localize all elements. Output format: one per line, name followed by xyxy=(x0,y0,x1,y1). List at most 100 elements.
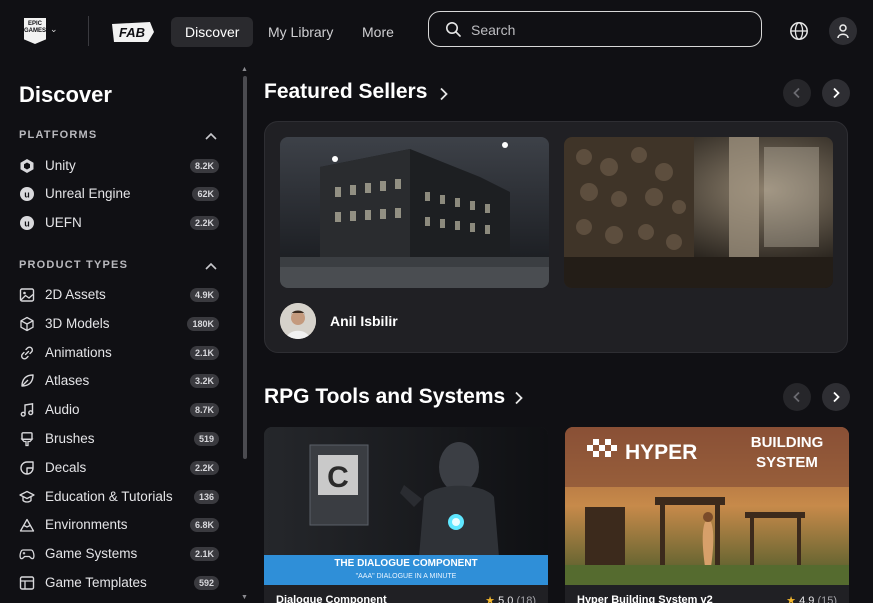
gamepad-icon xyxy=(19,549,35,560)
svg-text:THE DIALOGUE COMPONENT: THE DIALOGUE COMPONENT xyxy=(334,558,477,569)
scroll-up-icon[interactable]: ▲ xyxy=(241,66,248,73)
sidebar-item-label: Unity xyxy=(45,158,76,173)
svg-text:"AAA" DIALOGUE IN A MINUTE: "AAA" DIALOGUE IN A MINUTE xyxy=(356,573,457,580)
product-types-heading: PRODUCT TYPES xyxy=(19,259,129,271)
seller-preview-image[interactable] xyxy=(280,137,549,288)
product-thumbnail: C THE DIALOGUE COMPONENT "AAA" DIALOGUE … xyxy=(264,427,548,585)
sidebar-item-education-tutorials[interactable]: Education & Tutorials 136 xyxy=(19,486,219,508)
svg-text:u: u xyxy=(24,219,30,229)
sidebar-item-label: Unreal Engine xyxy=(45,186,131,201)
chevron-right-icon xyxy=(833,391,840,403)
sidebar-item-unreal-engine[interactable]: u Unreal Engine 62K xyxy=(19,183,219,205)
chevron-up-icon[interactable] xyxy=(205,132,217,140)
count-badge: 62K xyxy=(192,187,219,201)
sidebar-item-animations[interactable]: Animations 2.1K xyxy=(19,342,219,364)
leaf-icon xyxy=(21,374,34,387)
product-card[interactable]: C THE DIALOGUE COMPONENT "AAA" DIALOGUE … xyxy=(264,427,548,603)
brush-icon xyxy=(20,432,34,447)
carousel-next-button[interactable] xyxy=(822,383,850,411)
image-icon xyxy=(19,288,35,302)
sidebar-item-label: UEFN xyxy=(45,215,82,230)
music-icon xyxy=(20,402,34,417)
sidebar-item-label: Atlases xyxy=(45,373,90,388)
chevron-down-icon[interactable]: ⌄ xyxy=(50,24,58,35)
count-badge: 519 xyxy=(193,432,219,446)
sidebar-item-unity[interactable]: Unity 8.2K xyxy=(19,155,219,177)
sidebar-item-label: Audio xyxy=(45,402,80,417)
sidebar-title: Discover xyxy=(19,82,112,107)
unity-icon xyxy=(20,159,34,173)
count-badge: 2.1K xyxy=(189,346,219,360)
nav-my-library[interactable]: My Library xyxy=(254,17,347,47)
product-card[interactable]: HYPER BUILDING SYSTEM Hyper Building Sys… xyxy=(565,427,849,603)
divider xyxy=(88,16,89,46)
svg-text:u: u xyxy=(24,190,30,200)
nav-discover[interactable]: Discover xyxy=(171,17,254,47)
carousel-next-button[interactable] xyxy=(822,79,850,107)
sidebar-item-game-systems[interactable]: Game Systems 2.1K xyxy=(19,543,219,565)
seller-name[interactable]: Anil Isbilir xyxy=(330,313,398,329)
product-name: Hyper Building System v2 xyxy=(577,594,713,603)
sidebar-item-brushes[interactable]: Brushes 519 xyxy=(19,428,219,450)
uefn-icon: u xyxy=(20,216,34,230)
svg-text:SYSTEM: SYSTEM xyxy=(756,454,818,471)
sidebar-item-label: Game Systems xyxy=(45,546,138,561)
search-icon xyxy=(446,22,461,37)
sidebar-item-decals[interactable]: Decals 2.2K xyxy=(19,457,219,479)
chevron-right-icon[interactable] xyxy=(514,391,524,405)
seller-preview-image[interactable] xyxy=(564,137,833,288)
svg-text:C: C xyxy=(327,461,349,494)
search-bar[interactable] xyxy=(428,11,762,47)
scroll-down-icon[interactable]: ▼ xyxy=(241,594,248,601)
nav-more[interactable]: More xyxy=(348,17,408,47)
chevron-right-icon xyxy=(833,87,840,99)
sidebar-item-3d-models[interactable]: 3D Models 180K xyxy=(19,313,219,335)
link-icon xyxy=(20,346,34,360)
carousel-prev-button[interactable] xyxy=(783,79,811,107)
user-avatar-button[interactable] xyxy=(829,17,857,45)
search-input[interactable] xyxy=(469,20,753,40)
mountain-icon xyxy=(19,518,35,532)
top-bar: EPIC GAMES ⌄ FAB Discover My Library More xyxy=(0,0,873,62)
epic-games-logo[interactable]: EPIC GAMES xyxy=(24,18,46,44)
sidebar-item-label: Environments xyxy=(45,517,128,532)
sidebar-item-2d-assets[interactable]: 2D Assets 4.9K xyxy=(19,284,219,306)
user-icon xyxy=(837,24,849,39)
sidebar-item-uefn[interactable]: u UEFN 2.2K xyxy=(19,212,219,234)
count-badge: 2.2K xyxy=(189,216,219,230)
chevron-right-icon[interactable] xyxy=(439,87,449,101)
template-icon xyxy=(19,576,35,590)
chevron-left-icon xyxy=(793,87,800,99)
sidebar-item-label: Animations xyxy=(45,345,112,360)
count-badge: 6.8K xyxy=(189,518,219,532)
svg-text:HYPER: HYPER xyxy=(625,441,697,464)
count-badge: 3.2K xyxy=(189,374,219,388)
fab-logo[interactable]: FAB xyxy=(110,20,156,44)
sidebar-item-label: 3D Models xyxy=(45,316,110,331)
count-badge: 4.9K xyxy=(189,288,219,302)
sidebar-item-label: Game Templates xyxy=(45,575,147,590)
sidebar-item-audio[interactable]: Audio 8.7K xyxy=(19,399,219,421)
svg-text:BUILDING: BUILDING xyxy=(751,434,824,451)
count-badge: 8.7K xyxy=(189,403,219,417)
seller-avatar[interactable] xyxy=(280,303,316,339)
sidebar-item-game-templates[interactable]: Game Templates 592 xyxy=(19,572,219,594)
rpg-section-title[interactable]: RPG Tools and Systems xyxy=(264,385,505,409)
count-badge: 592 xyxy=(193,576,219,590)
sidebar: Discover PLATFORMS Unity 8.2K u Unreal E… xyxy=(0,62,240,603)
globe-icon[interactable] xyxy=(789,21,809,41)
product-thumbnail: HYPER BUILDING SYSTEM xyxy=(565,427,849,585)
chevron-up-icon[interactable] xyxy=(205,262,217,270)
star-icon: ★ xyxy=(786,595,797,603)
sidebar-item-atlases[interactable]: Atlases 3.2K xyxy=(19,370,219,392)
featured-sellers-title[interactable]: Featured Sellers xyxy=(264,80,427,104)
platforms-heading: PLATFORMS xyxy=(19,129,98,141)
count-badge: 2.2K xyxy=(189,461,219,475)
sidebar-item-environments[interactable]: Environments 6.8K xyxy=(19,514,219,536)
chevron-left-icon xyxy=(793,391,800,403)
carousel-prev-button[interactable] xyxy=(783,383,811,411)
graduation-cap-icon xyxy=(19,490,35,503)
sidebar-scrollbar[interactable] xyxy=(243,76,247,459)
sidebar-item-label: Brushes xyxy=(45,431,95,446)
sidebar-item-label: Education & Tutorials xyxy=(45,489,173,504)
